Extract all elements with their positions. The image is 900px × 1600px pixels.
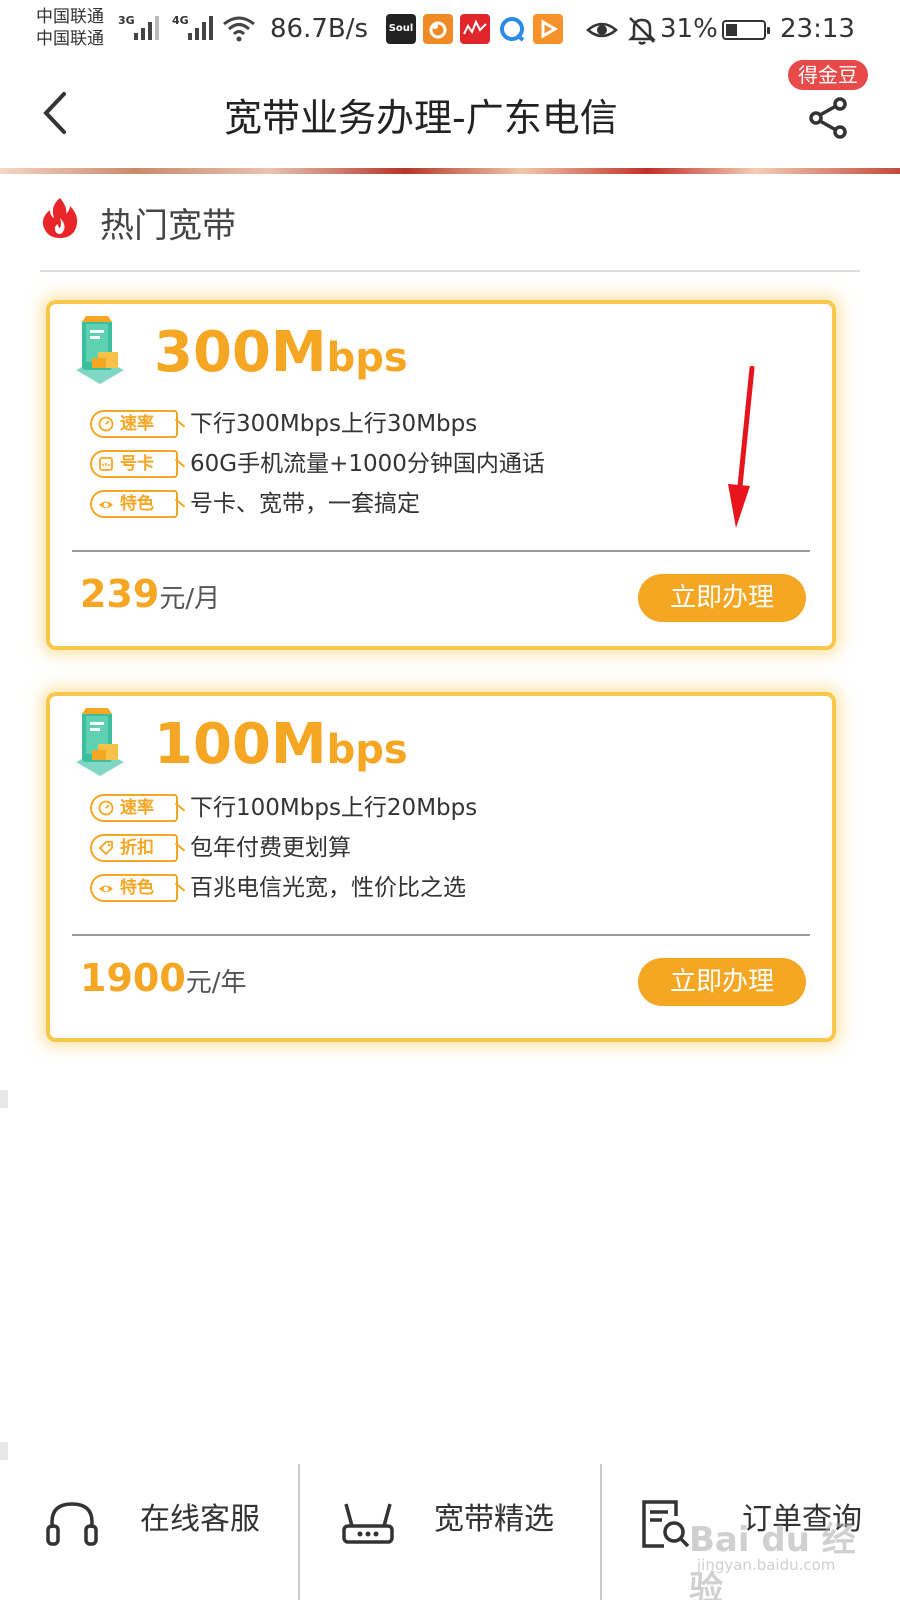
feature-tag: 速率 <box>90 410 178 438</box>
feature-tag: 特色 <box>90 874 178 902</box>
feature-tag-label: 特色 <box>120 494 154 514</box>
bell-off-icon <box>627 17 657 45</box>
nav-online-service[interactable]: 在线客服 <box>0 1464 298 1600</box>
discount-tag-icon <box>98 841 113 856</box>
battery-icon <box>722 20 770 40</box>
eye-icon <box>99 885 113 892</box>
red-arrow-annotation <box>728 366 755 528</box>
nav-label: 在线客服 <box>140 1502 260 1537</box>
back-arrow-icon[interactable] <box>30 88 80 138</box>
feature-text: 百兆电信光宽，性价比之选 <box>190 875 466 901</box>
page: 中国联通 中国联通 3G 4G 86.7B/s Soul 31% 23:13 宽… <box>0 0 900 1600</box>
section-title: 热门宽带 <box>100 206 236 246</box>
apply-now-button[interactable]: 立即办理 <box>638 958 806 1006</box>
sim-card-icon <box>99 457 113 471</box>
fire-icon <box>42 198 78 238</box>
section-header: 热门宽带 <box>40 190 860 272</box>
plan-speed: 300Mbps <box>154 318 408 393</box>
carrier-1: 中国联通 <box>36 7 104 27</box>
broadband-device-icon <box>76 708 124 776</box>
watermark-url: jingyan.baidu.com <box>697 1556 836 1574</box>
plan-speed-value: 300M <box>154 320 327 385</box>
apply-now-button[interactable]: 立即办理 <box>638 574 806 622</box>
plan-price-unit: 元/月 <box>159 584 221 614</box>
eye-icon <box>99 501 113 508</box>
page-title: 宽带业务办理-广东电信 <box>224 96 618 140</box>
plan-price-unit: 元/年 <box>185 968 247 998</box>
app-header: 宽带业务办理-广东电信 得金豆 <box>0 60 900 170</box>
eye-icon <box>586 22 618 38</box>
plan-speed-value: 100M <box>154 712 327 777</box>
card-divider <box>72 550 810 552</box>
feature-tag-label: 号卡 <box>120 454 154 474</box>
title-fade <box>630 88 690 148</box>
feature-tag-label: 速率 <box>120 798 154 818</box>
soul-icon: Soul <box>386 14 416 44</box>
plan-card-100m: 100Mbps 速率 下行100Mbps上行20Mbps 折扣 包年付费更划算 … <box>46 692 836 1042</box>
header-decoration <box>0 168 900 174</box>
plan-speed: 100Mbps <box>154 710 408 785</box>
baidu-watermark: Bai du 经验 jingyan.baidu.com <box>675 1490 875 1600</box>
edge-mark <box>0 1090 8 1108</box>
edge-mark <box>0 1442 8 1460</box>
broadband-device-icon <box>76 316 124 384</box>
feature-tag-label: 折扣 <box>120 838 154 858</box>
feature-text: 下行100Mbps上行20Mbps <box>190 795 478 821</box>
feature-text: 号卡、宽带，一套搞定 <box>190 491 420 517</box>
music-app-icon <box>460 14 490 44</box>
speedometer-icon <box>98 416 114 432</box>
share-icon[interactable] <box>806 96 850 140</box>
feature-text: 包年付费更划算 <box>190 835 351 861</box>
plan-price: 1900元/年 <box>80 954 247 1007</box>
signal-icon <box>132 14 162 40</box>
wifi-icon <box>223 16 255 42</box>
jindou-badge[interactable]: 得金豆 <box>788 60 868 90</box>
browser-app-icon <box>497 14 527 44</box>
feature-text: 下行300Mbps上行30Mbps <box>190 411 478 437</box>
carrier-2: 中国联通 <box>36 29 104 49</box>
soul-icon-label: Soul <box>388 23 414 34</box>
carrier-info: 中国联通 中国联通 <box>36 6 104 50</box>
plan-price-value: 1900 <box>80 956 186 1000</box>
network-speed: 86.7B/s <box>270 14 369 44</box>
feature-tag: 号卡 <box>90 450 178 478</box>
feature-tag: 特色 <box>90 490 178 518</box>
nav-label: 宽带精选 <box>434 1502 554 1537</box>
status-bar: 中国联通 中国联通 3G 4G 86.7B/s Soul 31% 23:13 <box>0 0 900 60</box>
feature-tag: 折扣 <box>90 834 178 862</box>
signal-icon <box>186 14 216 40</box>
feature-tag: 速率 <box>90 794 178 822</box>
card-divider <box>72 934 810 936</box>
clock: 23:13 <box>780 14 855 44</box>
plan-card-300m: 300Mbps 速率 下行300Mbps上行30Mbps 号卡 60G手机流量+… <box>46 300 836 650</box>
battery-percent: 31% <box>660 14 718 44</box>
nav-broadband-picks[interactable]: 宽带精选 <box>300 1464 598 1600</box>
plan-speed-unit: bps <box>326 727 408 773</box>
feature-tag-label: 速率 <box>120 414 154 434</box>
plan-price: 239元/月 <box>80 570 220 623</box>
feature-tag-label: 特色 <box>120 878 154 898</box>
feature-text: 60G手机流量+1000分钟国内通话 <box>190 451 545 477</box>
plan-speed-unit: bps <box>326 335 408 381</box>
battery-fill <box>726 24 737 36</box>
router-icon <box>342 1503 394 1544</box>
uc-browser-icon <box>423 14 453 44</box>
video-app-icon <box>533 14 563 44</box>
plan-price-value: 239 <box>80 572 160 616</box>
headset-icon <box>46 1502 98 1546</box>
speedometer-icon <box>98 800 114 816</box>
